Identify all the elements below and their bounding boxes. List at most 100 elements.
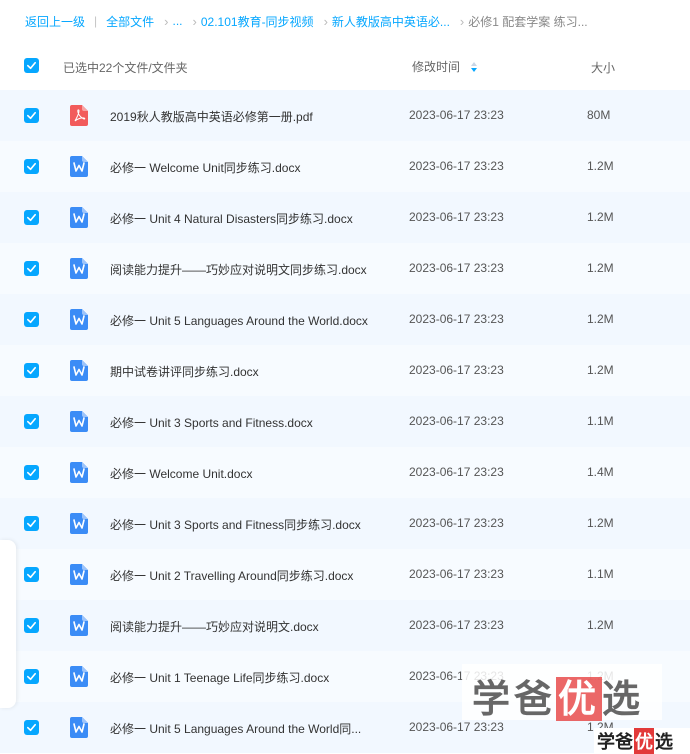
file-checkbox[interactable] (24, 618, 39, 633)
all-files-link[interactable]: 全部文件 (106, 13, 154, 30)
docx-file-icon (70, 258, 88, 279)
check-icon (27, 111, 36, 120)
file-checkbox[interactable] (24, 159, 39, 174)
chevron-right-icon: › (192, 13, 197, 29)
file-size: 80M (587, 108, 611, 122)
file-size: 1.2M (587, 210, 614, 224)
docx-file-icon (70, 156, 88, 177)
file-row[interactable]: 必修一 Unit 3 Sports and Fitness同步练习.docx 20… (0, 498, 690, 549)
docx-file-icon (70, 513, 88, 534)
file-name[interactable]: 必修一 Unit 1 Teenage Life同步练习.docx (110, 669, 390, 686)
docx-file-icon (70, 462, 88, 483)
file-checkbox[interactable] (24, 261, 39, 276)
file-size: 1.2M (587, 363, 614, 377)
file-name[interactable]: 2019秋人教版高中英语必修第一册.pdf (110, 108, 390, 125)
chevron-right-icon: › (323, 13, 328, 29)
file-row[interactable]: 阅读能力提升——巧妙应对说明文同步练习.docx 2023-06-17 23:23… (0, 243, 690, 294)
breadcrumb-item-english[interactable]: 新人教版高中英语必... (332, 13, 450, 30)
check-icon (27, 672, 36, 681)
file-name[interactable]: 必修一 Unit 5 Languages Around the World.do… (110, 312, 390, 329)
file-name[interactable]: 必修一 Welcome Unit同步练习.docx (110, 159, 390, 176)
breadcrumb-item-edu-video[interactable]: 02.101教育-同步视频 (201, 13, 314, 30)
file-list-header: 已选中22个文件/文件夹 修改时间 大小 (0, 42, 690, 90)
file-name[interactable]: 必修一 Unit 5 Languages Around the World同..… (110, 720, 390, 737)
docx-file-icon (70, 207, 88, 228)
file-name[interactable]: 必修一 Unit 3 Sports and Fitness同步练习.docx (110, 516, 390, 533)
breadcrumb-divider: | (94, 14, 98, 28)
file-modified-time: 2023-06-17 23:23 (409, 363, 504, 377)
breadcrumb-current: 必修1 配套学案 练习... (468, 14, 588, 29)
file-checkbox[interactable] (24, 720, 39, 735)
file-checkbox[interactable] (24, 312, 39, 327)
file-size: 1.1M (587, 414, 614, 428)
file-row[interactable]: 必修一 Welcome Unit.docx 2023-06-17 23:23 1.4… (0, 447, 690, 498)
check-icon (27, 468, 36, 477)
file-name[interactable]: 阅读能力提升——巧妙应对说明文同步练习.docx (110, 261, 390, 278)
file-row[interactable]: 必修一 Unit 5 Languages Around the World.do… (0, 294, 690, 345)
file-name[interactable]: 必修一 Welcome Unit.docx (110, 465, 390, 482)
file-name[interactable]: 期中试卷讲评同步练习.docx (110, 363, 390, 380)
watermark-logo-small: 学爸优选 (594, 728, 690, 754)
check-icon (27, 315, 36, 324)
file-row[interactable]: 阅读能力提升——巧妙应对说明文.docx 2023-06-17 23:23 1.2M (0, 600, 690, 651)
file-name[interactable]: 必修一 Unit 2 Travelling Around同步练习.docx (110, 567, 390, 584)
file-size: 1.4M (587, 465, 614, 479)
file-checkbox[interactable] (24, 210, 39, 225)
file-checkbox[interactable] (24, 516, 39, 531)
check-icon (27, 366, 36, 375)
file-checkbox[interactable] (24, 465, 39, 480)
pdf-file-icon (70, 105, 88, 126)
selection-count: 已选中22个文件/文件夹 (63, 61, 188, 75)
file-modified-time: 2023-06-17 23:23 (409, 567, 504, 581)
file-row[interactable]: 必修一 Unit 2 Travelling Around同步练习.docx 202… (0, 549, 690, 600)
file-checkbox[interactable] (24, 363, 39, 378)
file-name[interactable]: 必修一 Unit 3 Sports and Fitness.docx (110, 414, 390, 431)
check-icon (27, 723, 36, 732)
file-modified-time: 2023-06-17 23:23 (409, 159, 504, 173)
column-modified-time[interactable]: 修改时间 (412, 58, 460, 75)
back-link[interactable]: 返回上一级 (25, 13, 85, 30)
file-checkbox[interactable] (24, 414, 39, 429)
file-size: 1.2M (587, 618, 614, 632)
chevron-right-icon: › (164, 13, 169, 29)
docx-file-icon (70, 564, 88, 585)
select-all-checkbox[interactable] (24, 58, 39, 73)
side-panel-handle[interactable] (0, 540, 16, 708)
file-row[interactable]: 2019秋人教版高中英语必修第一册.pdf 2023-06-17 23:23 80M (0, 90, 690, 141)
breadcrumb: 返回上一级 | 全部文件 › ... › 02.101教育-同步视频 › 新人教… (0, 0, 690, 42)
breadcrumb-ellipsis[interactable]: ... (173, 14, 183, 28)
file-modified-time: 2023-06-17 23:23 (409, 210, 504, 224)
docx-file-icon (70, 360, 88, 381)
file-size: 1.2M (587, 159, 614, 173)
watermark-logo: 学爸优选 (472, 677, 645, 721)
chevron-right-icon: › (459, 13, 465, 29)
file-row[interactable]: 期中试卷讲评同步练习.docx 2023-06-17 23:23 1.2M (0, 345, 690, 396)
file-row[interactable]: 必修一 Unit 3 Sports and Fitness.docx 2023-0… (0, 396, 690, 447)
check-icon (27, 621, 36, 630)
column-size[interactable]: 大小 (591, 59, 615, 76)
check-icon (27, 162, 36, 171)
file-checkbox[interactable] (24, 108, 39, 123)
sort-icon[interactable] (470, 61, 478, 73)
check-icon (27, 213, 36, 222)
file-name[interactable]: 阅读能力提升——巧妙应对说明文.docx (110, 618, 390, 635)
file-size: 1.2M (587, 516, 614, 530)
check-icon (27, 264, 36, 273)
file-modified-time: 2023-06-17 23:23 (409, 465, 504, 479)
file-size: 1.2M (587, 312, 614, 326)
file-modified-time: 2023-06-17 23:23 (409, 261, 504, 275)
file-row[interactable]: 必修一 Welcome Unit同步练习.docx 2023-06-17 23:2… (0, 141, 690, 192)
docx-file-icon (70, 309, 88, 330)
file-size: 1.1M (587, 567, 614, 581)
file-modified-time: 2023-06-17 23:23 (409, 618, 504, 632)
file-list: 2019秋人教版高中英语必修第一册.pdf 2023-06-17 23:23 80M… (0, 90, 690, 753)
file-checkbox[interactable] (24, 567, 39, 582)
check-icon (27, 570, 36, 579)
file-checkbox[interactable] (24, 669, 39, 684)
file-modified-time: 2023-06-17 23:23 (409, 108, 504, 122)
file-modified-time: 2023-06-17 23:23 (409, 414, 504, 428)
file-modified-time: 2023-06-17 23:23 (409, 312, 504, 326)
file-row[interactable]: 必修一 Unit 4 Natural Disasters同步练习.docx 202… (0, 192, 690, 243)
file-name[interactable]: 必修一 Unit 4 Natural Disasters同步练习.docx (110, 210, 390, 227)
check-icon (27, 519, 36, 528)
